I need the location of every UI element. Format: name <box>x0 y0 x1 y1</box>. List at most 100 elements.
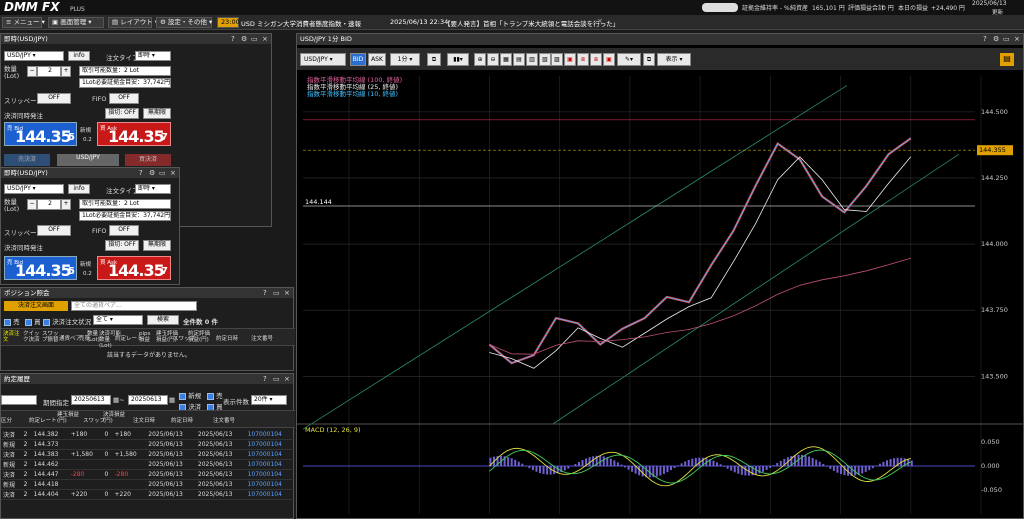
popout-icon[interactable]: ▭ <box>273 288 280 298</box>
loss-cut-toggle[interactable]: 損切: OFF <box>105 240 139 251</box>
sell-settle-button[interactable]: 売決済 <box>4 154 50 166</box>
display-select[interactable]: 表示 ▾ <box>657 53 691 66</box>
close-icon[interactable]: × <box>262 34 268 44</box>
count-select[interactable]: 20件 ▾ <box>251 395 287 405</box>
grid4-icon[interactable]: ▧ <box>539 53 551 66</box>
help-icon[interactable]: ? <box>263 288 267 298</box>
slippage-toggle[interactable]: OFF <box>37 93 71 104</box>
table-row[interactable]: 決済 2 144.383 +1,580 0 +1,580 2025/06/13 2025/06… <box>1 449 295 460</box>
copy-icon[interactable]: ⧉ <box>427 53 441 66</box>
grid3-icon[interactable]: ▥ <box>526 53 538 66</box>
qty-minus-button[interactable]: − <box>27 199 37 210</box>
layout-button[interactable]: ▤ レイアウト ▾ <box>108 17 158 28</box>
pair-select[interactable]: USD/JPY ▾ <box>4 184 64 194</box>
tool3-icon[interactable]: ⧈ <box>590 53 602 66</box>
qty-plus-button[interactable]: + <box>61 199 71 210</box>
buy-ask-button[interactable]: 買 Ask 144.35 7 <box>97 256 171 280</box>
sell-bid-button[interactable]: 売 Bid 144.35 5 <box>4 256 77 280</box>
news-indicator[interactable]: USD ミシガン大学消費者態度指数・速報 <box>241 18 361 28</box>
tool-icon[interactable]: ▣ <box>564 53 576 66</box>
settings-button[interactable]: ⚙ 設定・その他 ▾ <box>156 17 212 28</box>
help-icon[interactable]: ? <box>983 34 987 44</box>
calendar-icon[interactable]: ▦ <box>169 396 175 404</box>
date-from[interactable]: 20250613 <box>71 395 111 405</box>
pair-settle-button[interactable]: USD/JPY <box>57 154 119 166</box>
pen-icon[interactable]: ✎▾ <box>617 53 641 66</box>
news-headline[interactable]: 【要人発言】首相「トランプ米大統領と電話会談を行った」 <box>444 18 619 28</box>
popout-icon[interactable]: ▭ <box>273 374 280 384</box>
table-row[interactable]: 新規 2 144.418 2025/06/13 2025/06/13 107000104 <box>1 479 295 490</box>
popout-icon[interactable]: ▭ <box>159 168 166 178</box>
buy-filter[interactable]: 買 <box>25 316 41 326</box>
window-icon[interactable]: ⧉ <box>643 53 655 66</box>
qty-input[interactable]: 2 <box>37 66 61 77</box>
macd-histogram-bar <box>910 460 913 467</box>
date-to[interactable]: 20250613 <box>128 395 168 405</box>
zoom-out-icon[interactable]: ⊖ <box>487 53 499 66</box>
table-cell: 2025/06/13 <box>195 469 246 480</box>
sell-filter[interactable]: 売 <box>4 316 20 326</box>
menu-button[interactable]: ≡ メニュー ▾ <box>2 17 45 28</box>
price-chart[interactable]: 143.500143.750144.000144.250144.50009:12… <box>297 72 1023 518</box>
bid-button[interactable]: BID <box>350 53 366 66</box>
history-type-select[interactable] <box>1 395 37 405</box>
pair-filter-input[interactable]: 全ての通貨ペア... <box>71 301 197 311</box>
calendar-icon[interactable]: ▦~ <box>113 396 125 404</box>
trade-panel-icon[interactable]: ▤ <box>1000 53 1014 66</box>
timeframe-select[interactable]: 1分 ▾ <box>390 53 420 66</box>
info-button[interactable]: info <box>68 51 90 61</box>
new-filter[interactable]: 新規 <box>179 390 201 400</box>
order-type-select[interactable]: 即時 ▾ <box>135 51 171 61</box>
popout-icon[interactable]: ▭ <box>1003 34 1010 44</box>
table-row[interactable]: 決済 2 144.447 -280 0 -280 2025/06/13 2025/06/13 1… <box>1 469 295 480</box>
chart-type-icon[interactable]: ▮▮▾ <box>447 53 469 66</box>
fifo-toggle[interactable]: OFF <box>109 225 139 236</box>
settle-order-button[interactable]: 決済注文画面 <box>4 301 68 311</box>
close-news-icon[interactable]: × <box>597 17 603 25</box>
close-icon[interactable]: × <box>170 168 176 178</box>
close-icon[interactable]: × <box>1014 34 1020 44</box>
zoom-in-icon[interactable]: ⊕ <box>474 53 486 66</box>
help-icon[interactable]: ? <box>139 168 143 178</box>
screen-manage-button[interactable]: ▣ 画面管理 ▾ <box>48 17 104 28</box>
tool2-icon[interactable]: ⧈ <box>577 53 589 66</box>
buy-settle-button[interactable]: 買決済 <box>125 154 171 166</box>
close-icon[interactable]: × <box>284 374 290 384</box>
order-type-select[interactable]: 即時 ▾ <box>135 184 171 194</box>
pair-select[interactable]: USD/JPY ▾ <box>4 51 64 61</box>
state-select[interactable]: 全て ▾ <box>93 315 143 325</box>
search-button[interactable]: 検索 <box>147 315 179 325</box>
close-icon[interactable]: × <box>284 288 290 298</box>
ask-button[interactable]: ASK <box>368 53 386 66</box>
table-row[interactable]: 新規 2 144.373 2025/06/13 2025/06/13 107000104 <box>1 439 295 450</box>
help-icon[interactable]: ? <box>263 374 267 384</box>
table-row[interactable]: 決済 2 144.382 +180 0 +180 2025/06/13 2025/06/13 1… <box>1 430 295 440</box>
gear-icon[interactable]: ⚙ <box>241 34 247 44</box>
buy-ask-button[interactable]: 買 Ask 144.35 7 <box>97 122 171 146</box>
popout-icon[interactable]: ▭ <box>251 34 258 44</box>
qty-plus-button[interactable]: + <box>61 66 71 77</box>
grid5-icon[interactable]: ▨ <box>551 53 563 66</box>
channel-line-lower <box>552 153 960 425</box>
sell-bid-button[interactable]: 売 Bid 144.35 5 <box>4 122 77 146</box>
info-button[interactable]: info <box>68 184 90 194</box>
sell-filter[interactable]: 売 <box>207 390 223 400</box>
tool4-icon[interactable]: ▣ <box>603 53 615 66</box>
help-icon[interactable]: ? <box>231 34 235 44</box>
chart-pair-select[interactable]: USD/JPY ▾ <box>300 53 346 66</box>
grid-icon[interactable]: ▦ <box>500 53 512 66</box>
expiry-select[interactable]: 無期限 <box>143 108 171 119</box>
slippage-toggle[interactable]: OFF <box>37 225 71 236</box>
qty-minus-button[interactable]: − <box>27 66 37 77</box>
qty-input[interactable]: 2 <box>37 199 61 210</box>
loss-cut-toggle[interactable]: 損切: OFF <box>105 108 139 119</box>
grid2-icon[interactable]: ▤ <box>513 53 525 66</box>
gear-icon[interactable]: ⚙ <box>149 168 155 178</box>
table-row[interactable]: 新規 2 144.462 2025/06/13 2025/06/13 107000104 <box>1 459 295 470</box>
top-bar: DMM FX PLUS 証拠金維持率 - % 純資産 165,101 円 評価損… <box>0 0 1024 16</box>
gear-icon[interactable]: ⚙ <box>993 34 999 44</box>
settle-state-filter[interactable]: 決済注文状況 <box>43 316 91 326</box>
expiry-select[interactable]: 無期限 <box>143 240 171 251</box>
table-row[interactable]: 決済 2 144.404 +220 0 +220 2025/06/13 2025/06/13 1… <box>1 489 295 500</box>
fifo-toggle[interactable]: OFF <box>109 93 139 104</box>
